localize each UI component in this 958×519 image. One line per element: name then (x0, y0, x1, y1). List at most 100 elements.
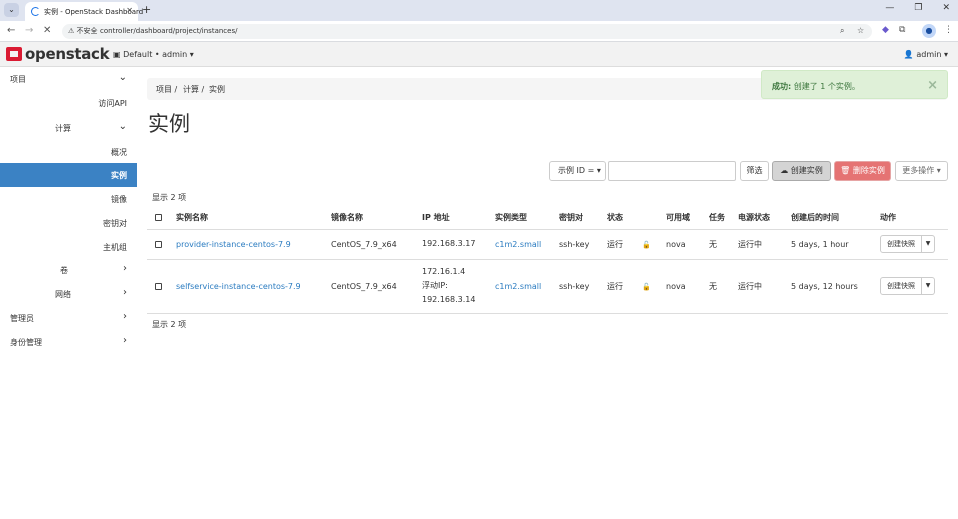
keypair-cell: ssh-key (559, 229, 607, 260)
chevron-right-icon: › (123, 311, 127, 322)
url-text[interactable]: controller/dashboard/project/instances/ (100, 27, 237, 35)
ip-line: 172.16.1.4 (422, 267, 466, 276)
insecure-label: 不安全 (76, 27, 98, 35)
ip-address-cell: 192.168.3.17 (422, 229, 495, 260)
header-instance-name[interactable]: 实例名称 (176, 207, 331, 230)
bookmark-star-icon[interactable]: ☆ (857, 26, 864, 35)
user-menu[interactable]: 👤 admin ▾ (904, 50, 948, 59)
header-lock (642, 207, 666, 230)
page-title: 实例 (148, 112, 190, 136)
status-cell: 运行 (607, 259, 642, 314)
actions-dropdown-caret-icon[interactable]: ▼ (922, 277, 935, 295)
success-alert: 成功: 创建了 1 个实例。 × (761, 70, 948, 99)
filter-button[interactable]: 筛选 (740, 161, 769, 181)
tab-close-icon[interactable]: ✕ (126, 6, 133, 15)
minimize-icon[interactable]: — (885, 3, 894, 13)
breadcrumb-item-project[interactable]: 项目 / (156, 84, 177, 95)
header-keypair[interactable]: 密钥对 (559, 207, 607, 230)
maximize-icon[interactable]: ❐ (914, 3, 922, 13)
user-menu-label: admin ▾ (916, 50, 948, 59)
sidebar-item-label: 计算 (55, 124, 71, 133)
sidebar-item-identity[interactable]: 身份管理 › (0, 330, 137, 354)
age-cell: 5 days, 12 hours (791, 259, 880, 314)
project-selector[interactable]: ▣ Default • admin ▾ (113, 50, 194, 59)
browser-tab[interactable]: 实例 - OpenStack Dashboard ✕ (25, 2, 143, 21)
openstack-logo[interactable]: openstack (6, 45, 110, 63)
header-status[interactable]: 状态 (607, 207, 642, 230)
forward-icon[interactable]: → (25, 25, 33, 36)
header-age[interactable]: 创建后的时间 (791, 207, 880, 230)
window-close-icon[interactable]: ✕ (942, 3, 950, 13)
instance-name-link[interactable]: provider-instance-centos-7.9 (176, 240, 291, 249)
user-icon: 👤 (903, 50, 914, 59)
sidebar-item-volumes[interactable]: 卷 › (0, 258, 137, 282)
project-icon: ▣ (113, 50, 121, 59)
flavor-link[interactable]: c1m2.small (495, 240, 541, 249)
chevron-right-icon: › (123, 287, 127, 298)
header-task[interactable]: 任务 (709, 207, 738, 230)
unlock-icon: 🔓 (642, 282, 651, 291)
stop-loading-icon[interactable]: ✕ (43, 25, 51, 36)
row-checkbox[interactable] (155, 282, 162, 290)
filter-input[interactable] (608, 161, 736, 181)
sidebar-item-overview[interactable]: 概况 (0, 140, 137, 164)
sidebar-item-label: 主机组 (103, 243, 127, 252)
sidebar-item-label: 密钥对 (103, 219, 127, 228)
actions-dropdown-caret-icon[interactable]: ▼ (922, 235, 935, 253)
power-state-cell: 运行中 (738, 259, 791, 314)
trash-icon: 🗑 (840, 166, 851, 175)
sidebar-item-label: 访问API (98, 99, 127, 108)
alert-prefix: 成功: (772, 82, 792, 91)
sidebar-item-server-groups[interactable]: 主机组 (0, 235, 137, 259)
insecure-indicator[interactable]: ⚠ 不安全 (64, 26, 102, 37)
row-checkbox[interactable] (155, 240, 162, 248)
launch-instance-label: 创建实例 (790, 166, 823, 175)
zoom-icon[interactable]: ⌕ (840, 26, 844, 36)
tab-search-chevron-icon[interactable]: ⌄ (4, 3, 19, 17)
back-icon[interactable]: ← (7, 25, 15, 36)
create-snapshot-button[interactable]: 创建快照 (880, 235, 922, 253)
select-all-checkbox[interactable] (155, 214, 162, 222)
delete-instances-button[interactable]: 🗑 删除实例 (834, 161, 891, 181)
image-name-cell: CentOS_7.9_x64 (331, 259, 422, 314)
browser-toolbar: ← → ✕ ⚠ 不安全 controller/dashboard/project… (0, 21, 958, 42)
chevron-down-icon: ⌄ (118, 121, 127, 132)
task-cell: 无 (709, 229, 738, 260)
sidebar-item-network[interactable]: 网络 › (0, 282, 137, 306)
header-actions: 动作 (880, 207, 948, 230)
sidebar-item-project[interactable]: 项目 ⌄ (0, 67, 137, 91)
header-power-state[interactable]: 电源状态 (738, 207, 791, 230)
browser-menu-icon[interactable]: ⋮ (944, 25, 953, 35)
table-row: selfservice-instance-centos-7.9 CentOS_7… (147, 259, 948, 314)
logo-text: openstack (25, 45, 110, 63)
launch-instance-button[interactable]: ☁ 创建实例 (772, 161, 831, 181)
address-bar[interactable]: ⚠ 不安全 controller/dashboard/project/insta… (62, 24, 872, 39)
profile-avatar-icon[interactable]: ● (922, 24, 936, 38)
task-cell: 无 (709, 259, 738, 314)
flavor-link[interactable]: c1m2.small (495, 282, 541, 291)
alert-close-icon[interactable]: × (927, 78, 938, 93)
filter-field-select[interactable]: 示例 ID = ▾ (549, 161, 606, 181)
header-availability-zone[interactable]: 可用域 (666, 207, 709, 230)
sidebar-item-images[interactable]: 镜像 (0, 187, 137, 211)
sidebar-item-keypairs[interactable]: 密钥对 (0, 211, 137, 235)
sidebar-item-compute[interactable]: 计算 ⌄ (0, 116, 137, 140)
new-tab-icon[interactable]: + (142, 3, 151, 16)
instance-name-link[interactable]: selfservice-instance-centos-7.9 (176, 282, 301, 291)
breadcrumb-item-compute[interactable]: 计算 / (183, 84, 204, 95)
extension-icon[interactable]: ◆ (882, 25, 889, 35)
extensions-puzzle-icon[interactable]: ⧉ (899, 25, 905, 35)
breadcrumb-item-instances: 实例 (209, 85, 225, 94)
sidebar-item-instances[interactable]: 实例 (0, 163, 137, 187)
sidebar-item-admin[interactable]: 管理员 › (0, 306, 137, 330)
create-snapshot-button[interactable]: 创建快照 (880, 277, 922, 295)
openstack-logo-icon (6, 47, 22, 61)
sidebar-item-api-access[interactable]: 访问API (0, 91, 137, 115)
header-ip-address[interactable]: IP 地址 (422, 207, 495, 230)
item-count-top: 显示 2 项 (152, 193, 187, 202)
alert-text: 成功: 创建了 1 个实例。 (772, 81, 860, 92)
more-actions-button[interactable]: 更多操作 ▾ (895, 161, 948, 181)
header-image-name[interactable]: 镜像名称 (331, 207, 422, 230)
instances-table: 实例名称 镜像名称 IP 地址 实例类型 密钥对 状态 可用域 任务 电源状态 … (147, 207, 948, 314)
header-flavor[interactable]: 实例类型 (495, 207, 559, 230)
